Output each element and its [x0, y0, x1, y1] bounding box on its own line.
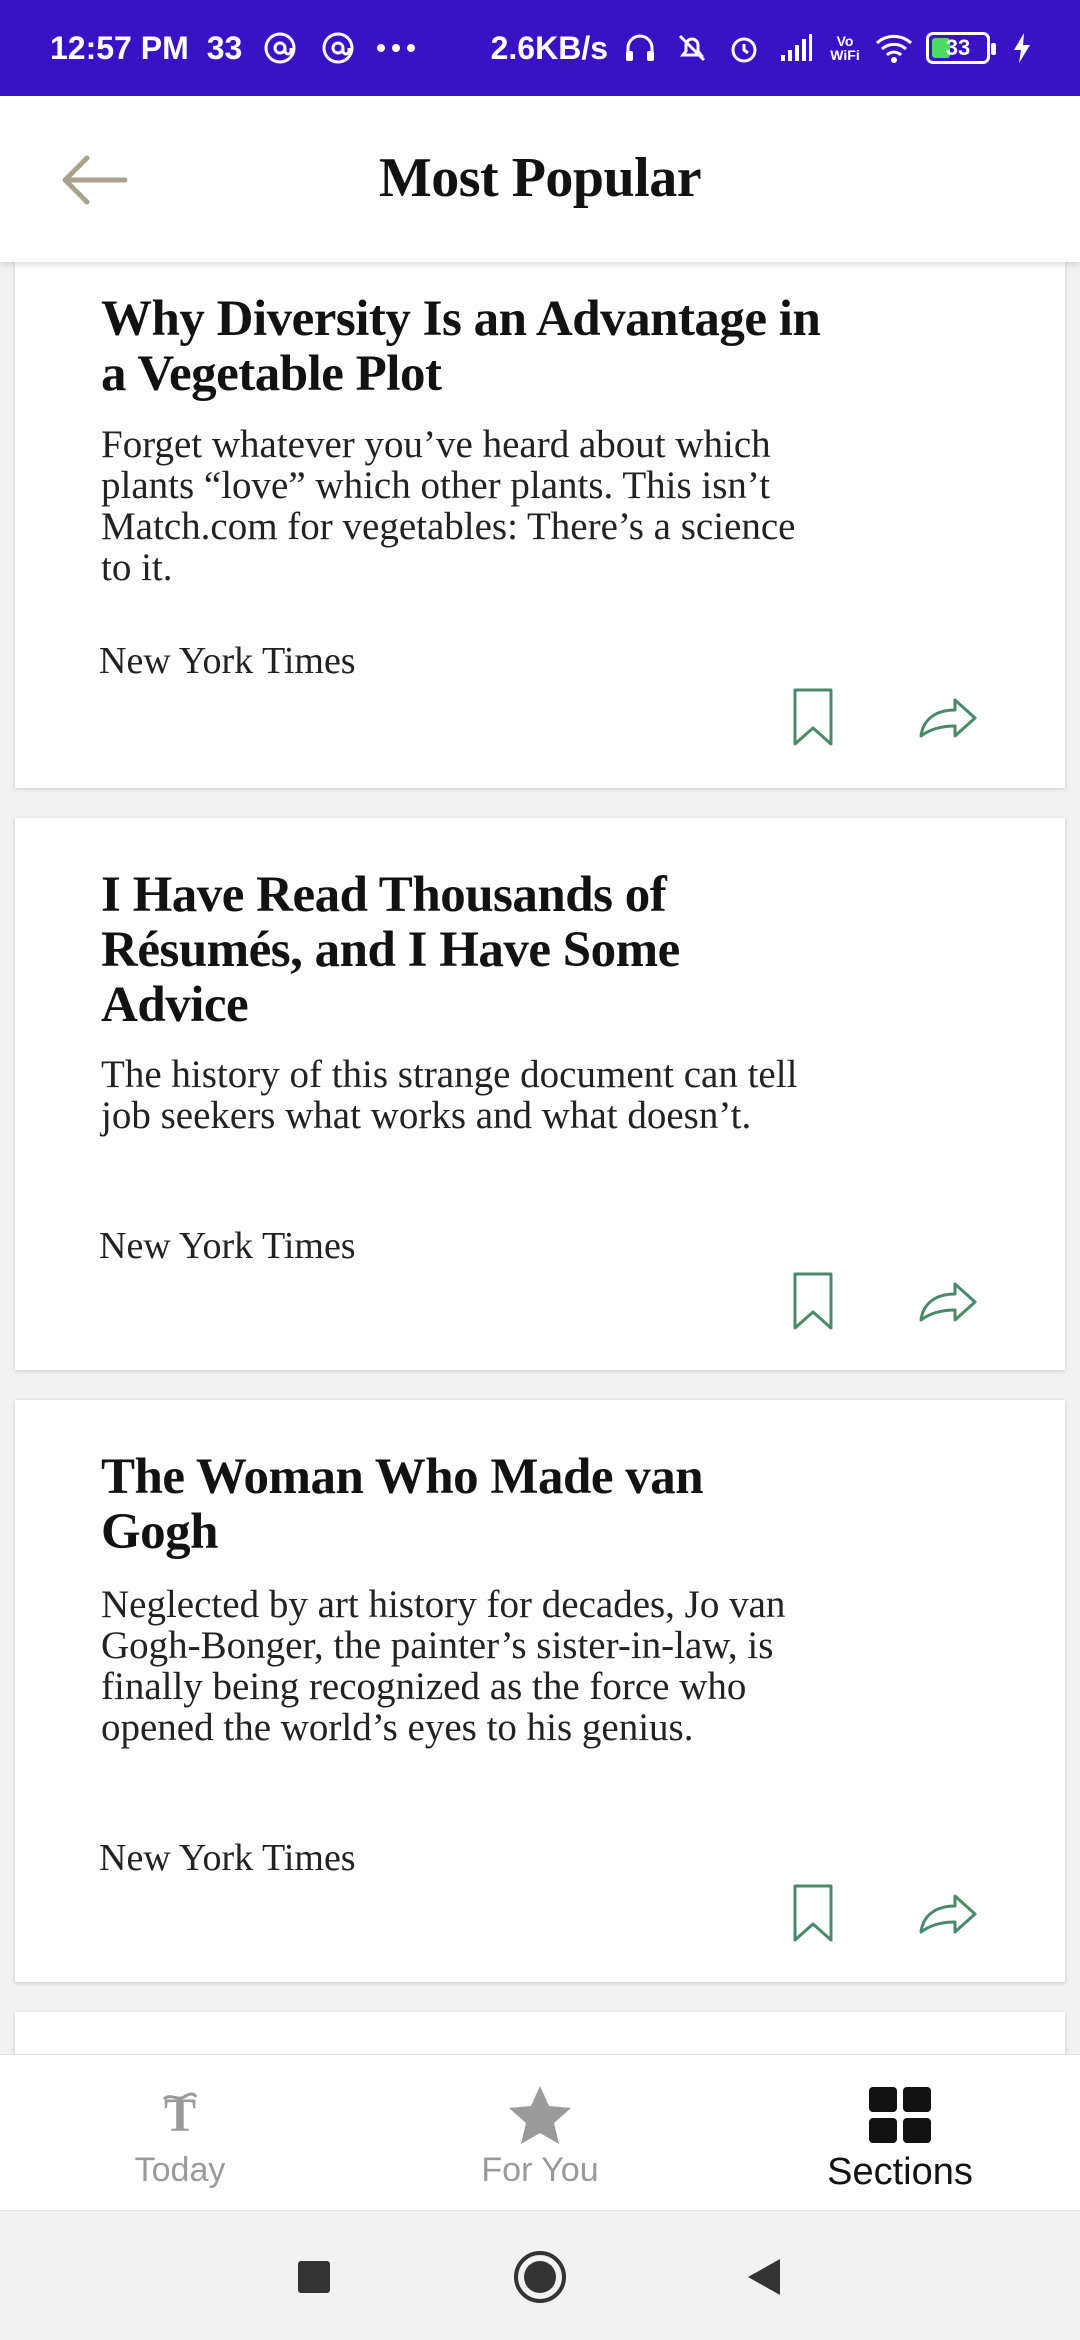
at-icon: [260, 28, 300, 68]
more-icon: [376, 28, 416, 68]
battery-level: 33: [945, 35, 971, 60]
bottom-nav: T Today For You Sections: [0, 2054, 1080, 2210]
back-nav-button[interactable]: [734, 2247, 794, 2307]
article-source: New York Times: [99, 1225, 356, 1267]
share-icon[interactable]: [915, 1276, 979, 1326]
charging-icon: [1002, 28, 1042, 68]
grid-icon: [865, 2083, 935, 2147]
recents-button[interactable]: [284, 2247, 344, 2307]
share-icon[interactable]: [915, 1888, 979, 1938]
circle-icon: [514, 2251, 566, 2303]
article-feed[interactable]: Why Diversity Is an Advantage in a Veget…: [0, 262, 1080, 2054]
nav-label: Today: [134, 2151, 226, 2189]
battery-icon: 33: [926, 32, 996, 64]
article-title[interactable]: I Have Read Thousands of Résumés, and I …: [101, 868, 821, 1033]
app-bar: Most Popular: [0, 96, 1080, 262]
article-card[interactable]: The Woman Who Made van Gogh Neglected by…: [15, 1400, 1065, 1982]
nyt-logo-icon: T: [145, 2083, 215, 2147]
share-icon[interactable]: [915, 692, 979, 742]
square-icon: [298, 2261, 330, 2293]
at-icon: [318, 28, 358, 68]
alarm-icon: [724, 28, 764, 68]
home-button[interactable]: [510, 2247, 570, 2307]
article-card[interactable]: I Have Read Thousands of Résumés, and I …: [15, 818, 1065, 1370]
nav-label: For You: [481, 2151, 599, 2189]
status-time: 12:57 PM: [50, 29, 189, 66]
bookmark-icon[interactable]: [790, 686, 836, 748]
article-card[interactable]: [15, 2012, 1065, 2054]
article-source: New York Times: [99, 1837, 356, 1879]
article-card[interactable]: Why Diversity Is an Advantage in a Veget…: [15, 262, 1065, 788]
network-speed: 2.6KB/s: [490, 29, 608, 66]
bookmark-icon[interactable]: [790, 1270, 836, 1332]
status-notification-count: 33: [206, 29, 243, 66]
headphones-icon: [620, 28, 660, 68]
nav-label: Sections: [827, 2151, 973, 2193]
article-summary: Forget whatever you’ve heard about which…: [101, 423, 796, 589]
nav-for-you[interactable]: For You: [360, 2055, 720, 2210]
nav-sections[interactable]: Sections: [720, 2055, 1080, 2210]
wifi-icon: [874, 28, 914, 68]
article-title[interactable]: The Woman Who Made van Gogh: [101, 1450, 821, 1560]
nav-today[interactable]: T Today: [0, 2055, 360, 2210]
bell-off-icon: [672, 28, 712, 68]
star-icon: [505, 2083, 575, 2147]
bookmark-icon[interactable]: [790, 1882, 836, 1944]
article-source: New York Times: [99, 640, 356, 682]
article-summary: Neglected by art history for decades, Jo…: [101, 1583, 786, 1749]
vowifi-icon: Vo WiFi: [830, 33, 860, 63]
signal-icon: [776, 28, 816, 68]
system-nav-bar: [0, 2210, 1080, 2340]
page-title: Most Popular: [378, 147, 702, 209]
article-summary: The history of this strange document can…: [101, 1053, 798, 1137]
triangle-back-icon: [748, 2259, 780, 2295]
article-title[interactable]: Why Diversity Is an Advantage in a Veget…: [101, 292, 821, 402]
status-bar: 12:57 PM 33 2.6KB/s Vo WiFi 33: [0, 0, 1080, 96]
